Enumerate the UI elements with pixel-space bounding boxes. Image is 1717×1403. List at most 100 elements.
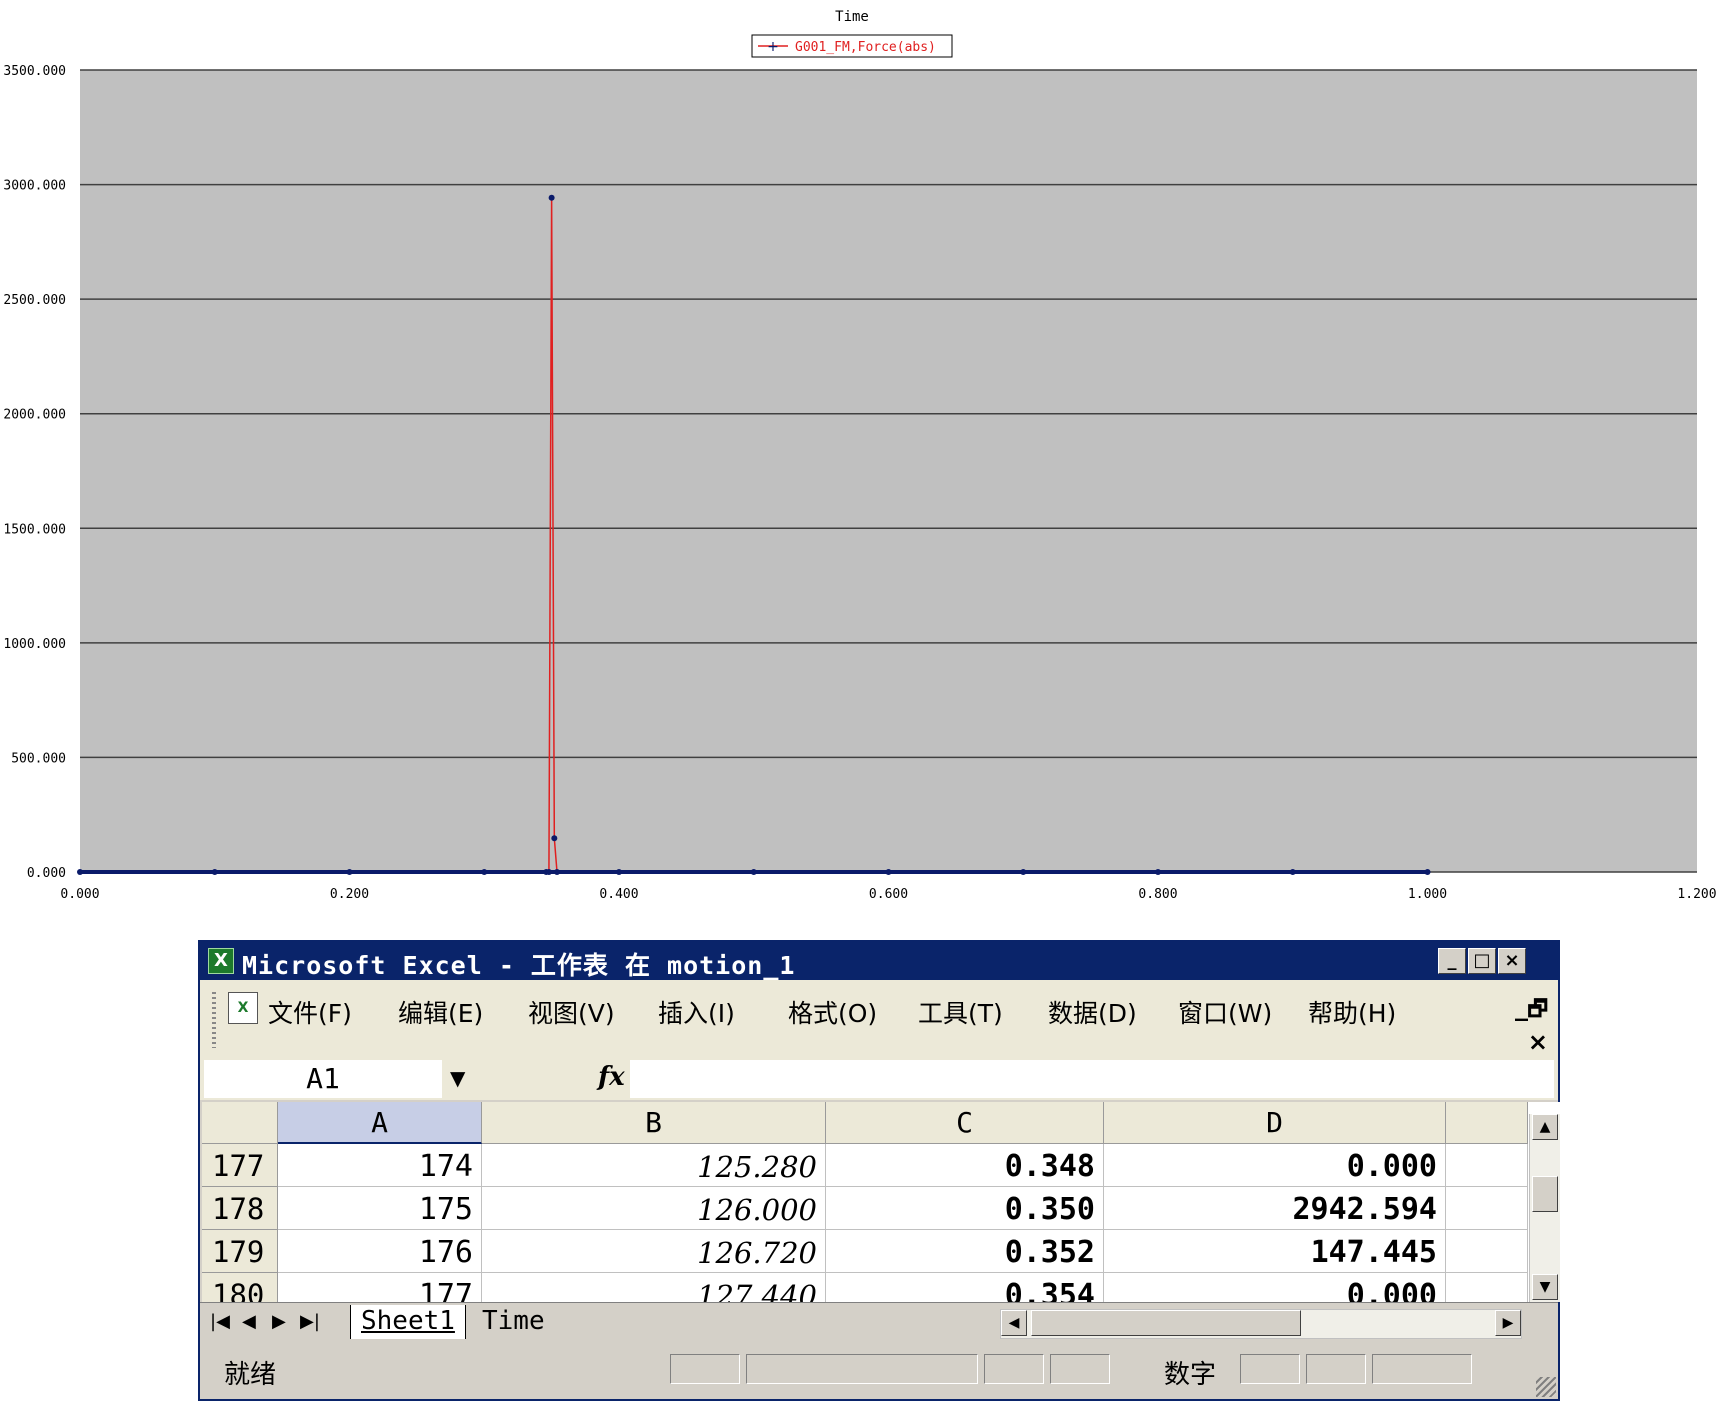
scroll-down-icon[interactable]: ▼ (1532, 1274, 1558, 1300)
menu-format[interactable]: 格式(O) (788, 994, 877, 1030)
horizontal-scrollbar[interactable]: ◀ ▶ (1000, 1309, 1522, 1339)
table-cell[interactable]: 147.445 (1104, 1230, 1446, 1273)
spreadsheet-grid: A B C D 177 174 125.280 0.348 0.000 178 … (202, 1102, 1560, 1302)
maximize-button[interactable]: □ (1468, 948, 1496, 974)
data-point (1155, 869, 1161, 875)
table-cell[interactable] (1446, 1187, 1528, 1230)
data-point (750, 869, 757, 875)
column-header-b[interactable]: B (482, 1102, 826, 1144)
x-tick-label: 1.200 (1677, 887, 1716, 902)
x-axis-ticks: 0.000 0.200 0.400 0.600 0.800 1.000 1.200 (60, 887, 1716, 902)
row-header[interactable]: 177 (202, 1144, 278, 1187)
menu-bar: X 文件(F) 编辑(E) 视图(V) 插入(I) 格式(O) 工具(T) 数据… (200, 980, 1558, 1058)
y-tick-label: 500.000 (11, 751, 66, 766)
last-sheet-icon[interactable]: ▶| (300, 1311, 320, 1332)
table-cell[interactable]: 0.348 (826, 1144, 1104, 1187)
vertical-scrollbar[interactable]: ▲ ▼ (1529, 1114, 1560, 1302)
status-panel (1372, 1354, 1472, 1384)
menu-file[interactable]: 文件(F) (268, 994, 352, 1030)
data-point (211, 869, 218, 875)
resize-grip-icon[interactable] (1536, 1377, 1556, 1397)
status-panel (1306, 1354, 1366, 1384)
x-tick-label: 0.600 (869, 887, 908, 902)
table-cell[interactable]: 127.440 (482, 1273, 826, 1302)
table-cell[interactable]: 174 (278, 1144, 482, 1187)
menu-tools[interactable]: 工具(T) (918, 994, 1003, 1030)
y-tick-label: 3000.000 (3, 179, 66, 194)
table-cell[interactable] (1446, 1273, 1528, 1302)
table-cell[interactable]: 176 (278, 1230, 482, 1273)
scroll-left-icon[interactable]: ◀ (1001, 1310, 1027, 1336)
x-tick-label: 0.200 (330, 887, 369, 902)
tab-sheet1[interactable]: Sheet1 (350, 1305, 466, 1339)
table-cell[interactable]: 0.350 (826, 1187, 1104, 1230)
excel-logo-icon: X (208, 948, 234, 974)
menu-edit[interactable]: 编辑(E) (398, 994, 483, 1030)
scroll-up-icon[interactable]: ▲ (1532, 1114, 1558, 1140)
column-header-a[interactable]: A (278, 1102, 482, 1144)
data-point (346, 869, 353, 875)
chevron-down-icon[interactable]: ▼ (450, 1066, 472, 1090)
y-tick-label: 1000.000 (3, 637, 66, 652)
chart-title: Time (835, 9, 869, 25)
menu-view[interactable]: 视图(V) (528, 994, 615, 1030)
document-icon[interactable]: X (228, 992, 258, 1024)
formula-input[interactable] (630, 1060, 1554, 1098)
menu-data[interactable]: 数据(D) (1048, 994, 1137, 1030)
table-cell[interactable]: 126.000 (482, 1187, 826, 1230)
table-cell[interactable]: 126.720 (482, 1230, 826, 1273)
table-cell[interactable]: 175 (278, 1187, 482, 1230)
window-title: Microsoft Excel - 工作表 在 motion_1 (242, 951, 796, 980)
first-sheet-icon[interactable]: |◀ (210, 1311, 230, 1332)
y-tick-label: 1500.000 (3, 522, 66, 537)
doc-minimize-button[interactable]: _ (1515, 992, 1528, 1022)
table-cell[interactable]: 0.000 (1104, 1144, 1446, 1187)
close-button[interactable]: × (1498, 948, 1526, 974)
toolbar-grip[interactable] (212, 992, 216, 1048)
menu-help[interactable]: 帮助(H) (1308, 994, 1396, 1030)
scroll-right-icon[interactable]: ▶ (1495, 1310, 1521, 1336)
plot-area (80, 70, 1697, 872)
table-cell[interactable]: 125.280 (482, 1144, 826, 1187)
prev-sheet-icon[interactable]: ◀ (242, 1311, 256, 1332)
doc-restore-button[interactable]: 🗗 (1527, 992, 1548, 1030)
data-point (1424, 869, 1431, 875)
y-tick-label: 3500.000 (3, 64, 66, 79)
doc-close-button[interactable]: × (1528, 1028, 1548, 1056)
table-cell[interactable]: 0.354 (826, 1273, 1104, 1302)
chart-legend: + G001_FM,Force(abs) (751, 34, 953, 58)
tab-time[interactable]: Time (472, 1305, 555, 1339)
menu-insert[interactable]: 插入(I) (658, 994, 735, 1030)
data-point (481, 869, 488, 875)
table-cell[interactable]: 0.352 (826, 1230, 1104, 1273)
column-header-d[interactable]: D (1104, 1102, 1446, 1144)
table-cell[interactable] (1446, 1144, 1528, 1187)
minimize-button[interactable]: _ (1438, 948, 1466, 974)
force-chart: Time + G001_FM,Force(abs) 0.000 500.000 10… (3, 9, 1716, 902)
horizontal-scroll-thumb[interactable] (1031, 1310, 1301, 1336)
column-header-e[interactable] (1446, 1102, 1528, 1144)
menu-window[interactable]: 窗口(W) (1178, 994, 1272, 1030)
table-cell[interactable]: 177 (278, 1273, 482, 1302)
row-header[interactable]: 180 (202, 1273, 278, 1302)
y-tick-label: 2500.000 (3, 293, 66, 308)
data-point (1020, 869, 1027, 875)
status-num-mode: 数字 (1164, 1360, 1217, 1390)
name-box[interactable]: A1 (204, 1060, 442, 1098)
table-cell[interactable]: 2942.594 (1104, 1187, 1446, 1230)
table-cell[interactable]: 0.000 (1104, 1273, 1446, 1302)
row-header[interactable]: 178 (202, 1187, 278, 1230)
table-cell[interactable] (1446, 1230, 1528, 1273)
next-sheet-icon[interactable]: ▶ (272, 1311, 286, 1332)
select-all-corner[interactable] (202, 1102, 278, 1144)
data-point (1289, 869, 1296, 875)
column-header-c[interactable]: C (826, 1102, 1104, 1144)
legend-marker: + (767, 39, 779, 55)
vertical-scroll-thumb[interactable] (1532, 1176, 1558, 1212)
excel-window: X Microsoft Excel - 工作表 在 motion_1 _ □ ×… (198, 940, 1560, 1401)
data-point (554, 869, 561, 875)
row-header[interactable]: 179 (202, 1230, 278, 1273)
fx-icon[interactable]: fx (598, 1062, 625, 1092)
status-ready: 就绪 (224, 1360, 277, 1390)
status-panel (746, 1354, 978, 1384)
